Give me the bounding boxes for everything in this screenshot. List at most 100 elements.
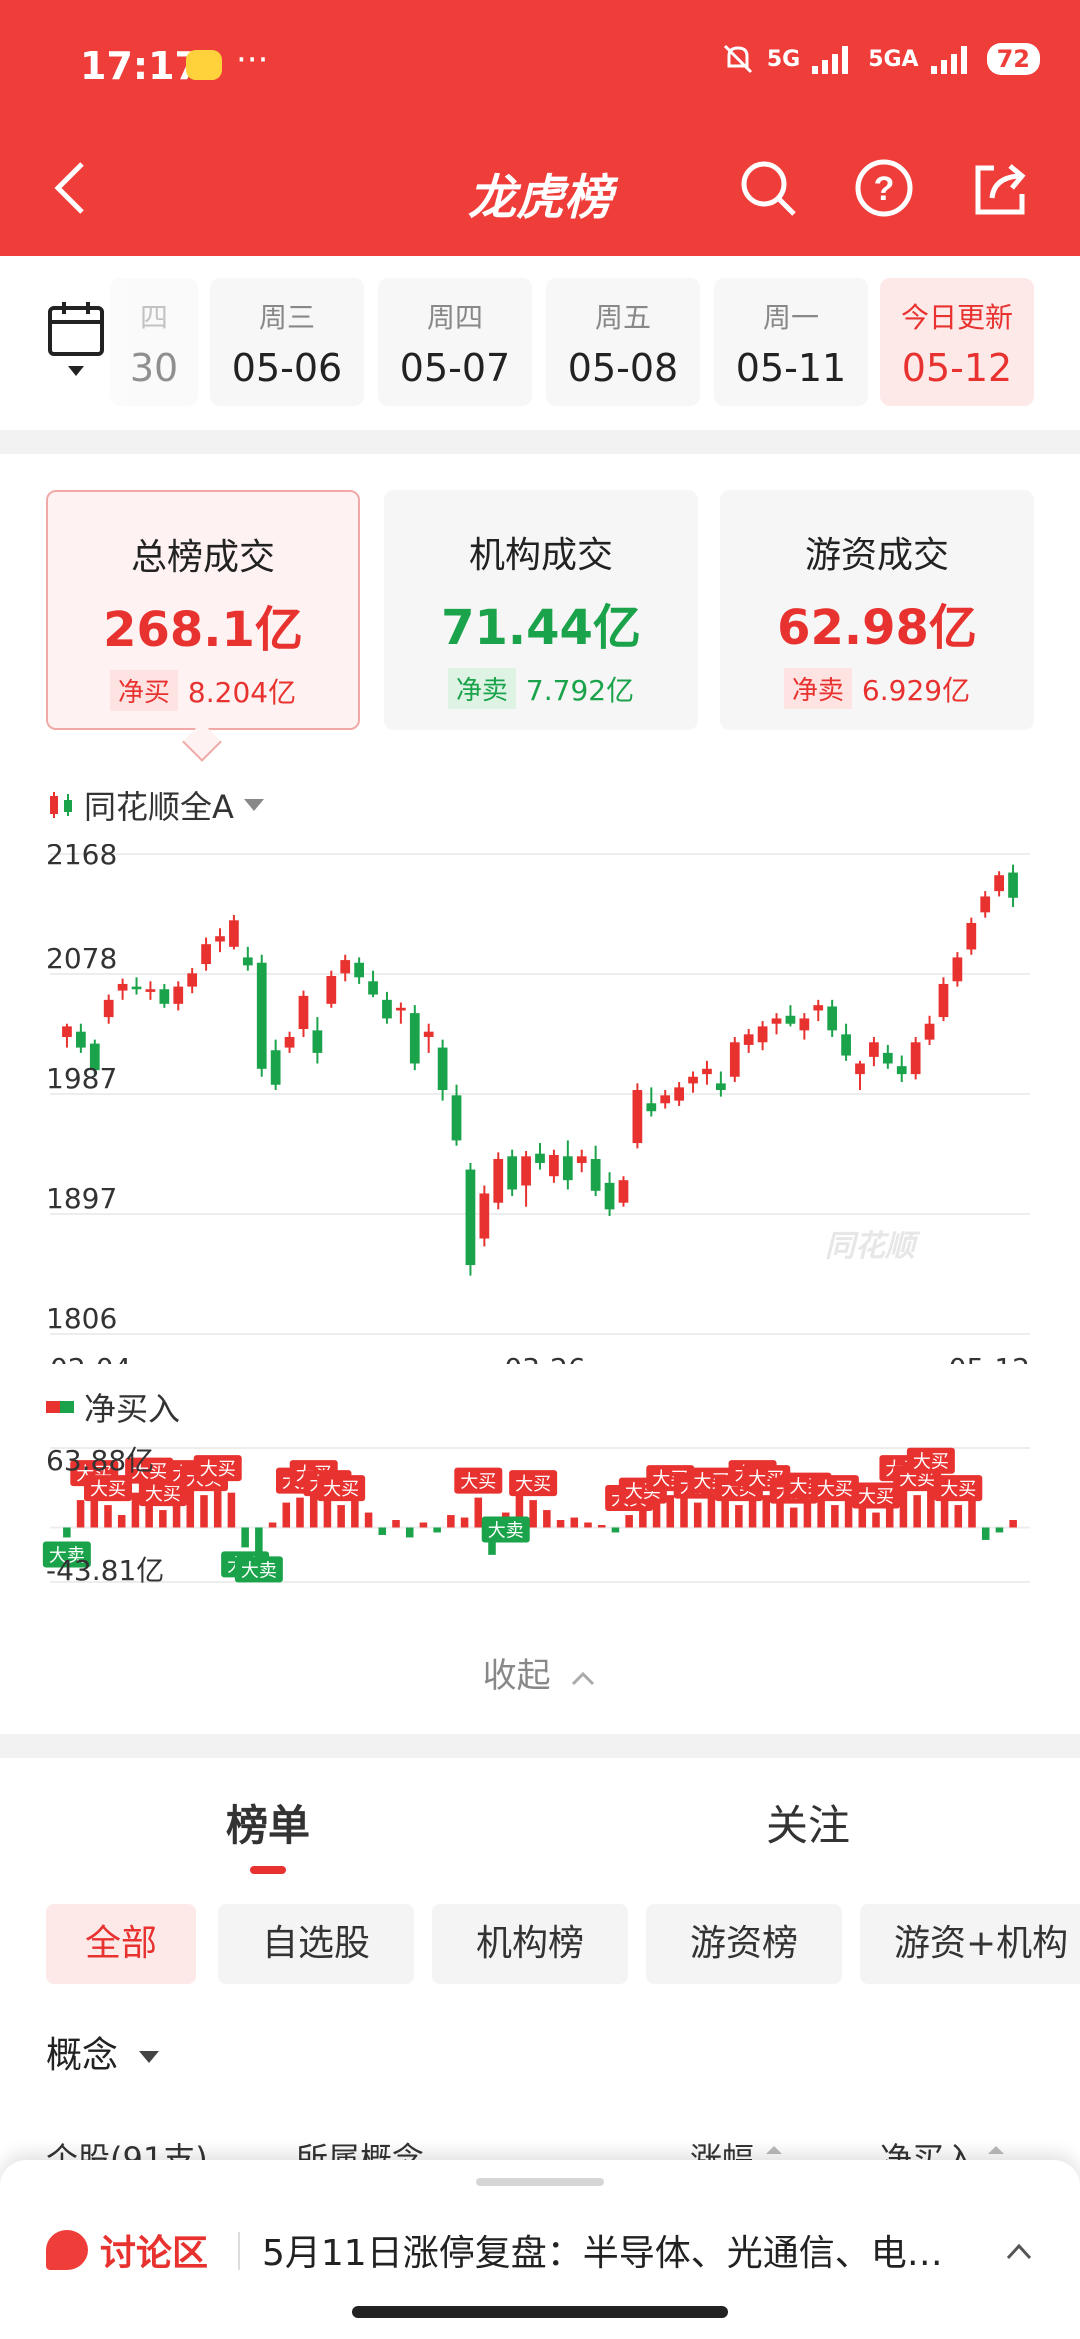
- summary-card-hotmoney[interactable]: 游资成交 62.98亿 净卖 6.929亿: [720, 490, 1034, 730]
- date-tab-weekday: 周四: [426, 301, 483, 334]
- date-tab-weekday: 今日更新: [900, 301, 1013, 334]
- candle: [702, 1060, 712, 1085]
- x-tick-label: 05-12: [949, 1352, 1030, 1364]
- candle-body: [618, 1180, 629, 1203]
- candle: [76, 1023, 86, 1053]
- filter-all[interactable]: 全部: [46, 1904, 196, 1984]
- net-bar: [913, 1495, 921, 1528]
- net-bar: [652, 1500, 661, 1528]
- candle-body: [966, 922, 977, 950]
- filter-institution[interactable]: 机构榜: [432, 1904, 628, 1984]
- tab-ranking[interactable]: 榜单: [226, 1792, 310, 1853]
- net-bar: [131, 1492, 140, 1528]
- date-tab-05-07[interactable]: 周四 05-07: [378, 278, 532, 406]
- filter-hotmoney-institution[interactable]: 游资+机构: [860, 1904, 1080, 1984]
- candle-body: [716, 1083, 726, 1091]
- collapse-label: 收起: [482, 1656, 551, 1696]
- chevron-up-icon[interactable]: [1004, 2236, 1034, 2266]
- tab-follow[interactable]: 关注: [766, 1792, 850, 1853]
- candle-body: [660, 1095, 671, 1104]
- candle-body: [896, 1066, 907, 1075]
- date-tab-date: 30: [129, 346, 179, 390]
- date-tab-weekday: 周五: [594, 301, 651, 334]
- share-icon[interactable]: [970, 158, 1030, 218]
- help-icon[interactable]: ?: [854, 158, 914, 218]
- candle: [994, 871, 1004, 897]
- big-buy-tag: 大买: [84, 1475, 132, 1502]
- net-bar: [364, 1512, 373, 1528]
- filter-watchlist[interactable]: 自选股: [218, 1904, 414, 1984]
- candle-body: [465, 1169, 476, 1266]
- date-tab-05-06[interactable]: 周三 05-06: [210, 278, 364, 406]
- candle: [576, 1149, 587, 1173]
- net-bar: [241, 1527, 249, 1548]
- net-bar: [117, 1515, 126, 1528]
- signal-icon: [812, 44, 856, 74]
- discussion-headline[interactable]: 5月11日涨停复盘：半导体、光通信、电…: [262, 2224, 982, 2276]
- net-bar: [858, 1507, 867, 1528]
- drag-handle[interactable]: [476, 2178, 604, 2186]
- candle-body: [256, 962, 267, 1069]
- index-selector[interactable]: 同花顺全A: [46, 782, 266, 828]
- filter-hotmoney[interactable]: 游资榜: [646, 1904, 842, 1984]
- candle-body: [507, 1156, 518, 1190]
- net-buy-chart: 大卖大买大买大买大买大买大买大买大卖大卖大买大买大买大买大买大卖大买大买大买大买…: [42, 1444, 1030, 1587]
- candle: [298, 990, 309, 1037]
- search-icon[interactable]: [738, 158, 798, 218]
- candle: [242, 946, 253, 971]
- candle: [674, 1082, 684, 1106]
- net-bar: [872, 1512, 880, 1528]
- net-max-label: 63.88亿: [46, 1444, 154, 1477]
- calendar-icon[interactable]: [46, 300, 106, 380]
- summary-card-institution[interactable]: 机构成交 71.44亿 净卖 7.792亿: [384, 490, 698, 730]
- candle-body: [743, 1034, 754, 1045]
- date-tab-partial[interactable]: 四 30: [110, 278, 198, 406]
- candle-body: [924, 1023, 935, 1040]
- tag-text: 大买: [90, 1479, 126, 1500]
- candle-body: [423, 1031, 434, 1037]
- big-buy-tag: 大买: [454, 1467, 503, 1494]
- candle-body: [674, 1087, 684, 1101]
- candle: [952, 952, 963, 987]
- net-bar: [981, 1527, 990, 1540]
- tag-text: 大买: [940, 1479, 976, 1500]
- concept-selector[interactable]: 概念: [46, 2026, 161, 2078]
- big-buy-tag: 大买: [934, 1475, 983, 1502]
- summary-value: 268.1亿: [103, 602, 303, 658]
- candle: [771, 1013, 782, 1035]
- net-bar: [337, 1505, 345, 1528]
- candle-body: [855, 1063, 865, 1075]
- candle-body: [103, 999, 114, 1018]
- big-buy-tag: 大买: [906, 1447, 955, 1474]
- candle: [479, 1185, 490, 1247]
- net-bar: [543, 1510, 551, 1528]
- candle-body: [980, 896, 991, 913]
- net-bar: [296, 1497, 304, 1528]
- date-tab-05-11[interactable]: 周一 05-11: [714, 278, 868, 406]
- candle: [924, 1015, 935, 1045]
- candle-body: [326, 975, 337, 1004]
- collapse-button[interactable]: 收起: [0, 1648, 1080, 1697]
- date-tab-05-12[interactable]: 今日更新 05-12: [880, 278, 1034, 406]
- date-tab-weekday: 周三: [258, 301, 315, 334]
- date-tab-weekday: 周一: [762, 301, 819, 334]
- net-bar: [570, 1517, 579, 1528]
- net-bar: [831, 1505, 839, 1528]
- candle-body: [521, 1156, 531, 1186]
- date-tab-05-08[interactable]: 周五 05-08: [546, 278, 700, 406]
- candle: [312, 1017, 323, 1064]
- candle: [409, 1005, 420, 1071]
- candle-body: [799, 1018, 810, 1031]
- net-bar: [899, 1485, 908, 1528]
- net-bar: [282, 1502, 291, 1528]
- svg-text:?: ?: [874, 170, 895, 208]
- summary-card-total[interactable]: 总榜成交 268.1亿 净买 8.204亿: [46, 490, 360, 730]
- net-bar: [707, 1497, 716, 1528]
- date-tab-date: 05-08: [567, 346, 679, 390]
- summary-net-amount: 7.792亿: [525, 673, 635, 707]
- tag-text: 大买: [145, 1484, 181, 1505]
- chevron-up-icon: [572, 1671, 595, 1685]
- net-bar: [762, 1495, 771, 1528]
- candle: [521, 1151, 531, 1207]
- candle: [284, 1031, 295, 1053]
